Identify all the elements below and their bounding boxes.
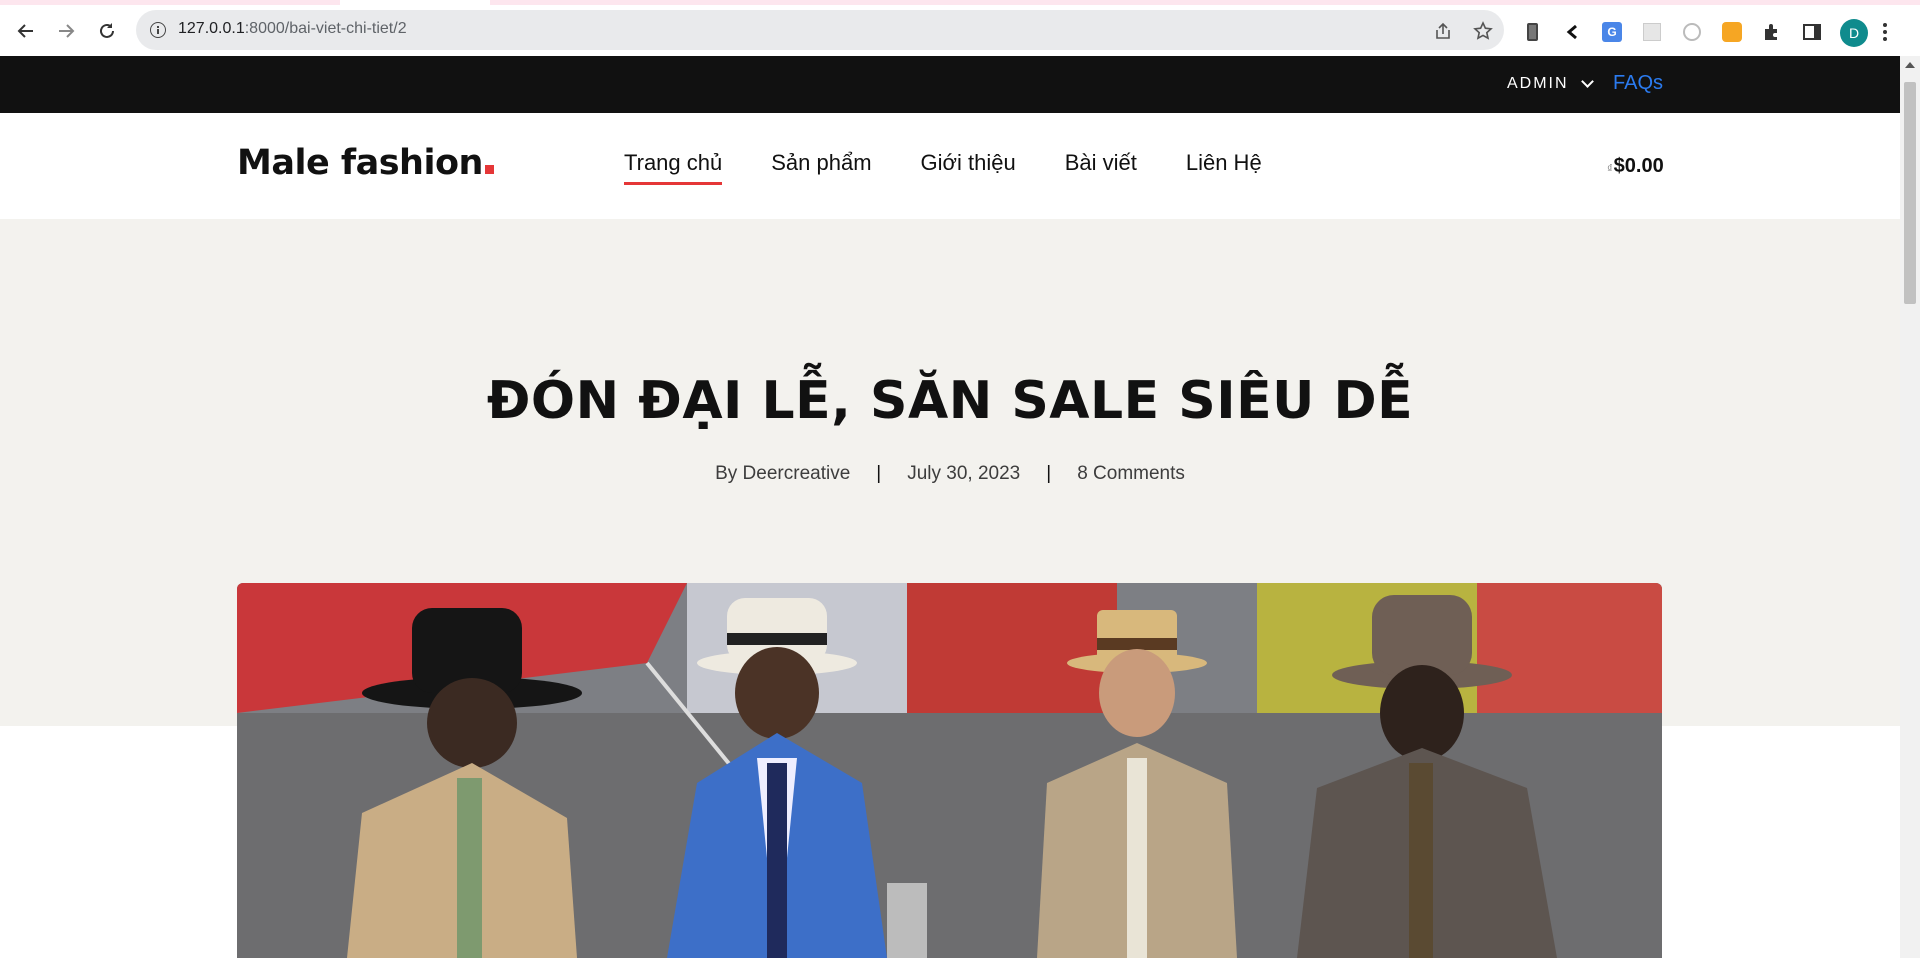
reload-icon: [100, 23, 114, 38]
top-bar: ADMIN FAQs: [0, 56, 1900, 113]
bookmark-star-icon[interactable]: [1472, 20, 1494, 42]
post-date: July 30, 2023: [907, 463, 1021, 484]
scrollbar-thumb[interactable]: [1904, 82, 1916, 304]
reload-button[interactable]: [93, 17, 121, 45]
men-in-hats-photo: [237, 583, 1662, 958]
scroll-up-icon[interactable]: [1905, 62, 1915, 68]
address-bar[interactable]: 127.0.0.1:8000/bai-viet-chi-tiet/2: [136, 10, 1504, 50]
site-header: Male fashion Trang chủ Sản phẩm Giới thi…: [0, 113, 1900, 219]
nav-item-blog[interactable]: Bài viết: [1065, 150, 1137, 176]
browser-toolbar: 127.0.0.1:8000/bai-viet-chi-tiet/2 G D: [0, 5, 1920, 56]
account-dropdown[interactable]: ADMIN: [1507, 75, 1594, 93]
post-comments: 8 Comments: [1077, 463, 1185, 484]
post-title: ĐÓN ĐẠI LỄ, SĂN SALE SIÊU DỄ: [486, 371, 1414, 431]
logo-dot: [484, 165, 494, 174]
post-featured-image: [237, 583, 1662, 958]
cart-currency-prefix: ₫: [1607, 163, 1613, 175]
forward-button[interactable]: [52, 17, 80, 45]
google-translate-icon[interactable]: G: [1600, 20, 1624, 44]
extension-phone-icon[interactable]: [1520, 20, 1544, 44]
site-info-icon[interactable]: [150, 22, 166, 38]
account-label: ADMIN: [1507, 75, 1569, 92]
url-text[interactable]: 127.0.0.1:8000/bai-viet-chi-tiet/2: [178, 20, 407, 38]
nav-item-home[interactable]: Trang chủ: [624, 150, 723, 185]
meta-separator: |: [876, 463, 882, 484]
profile-avatar[interactable]: D: [1840, 19, 1868, 47]
side-panel-icon[interactable]: [1800, 20, 1824, 44]
extension-circle-icon[interactable]: [1680, 20, 1704, 44]
browser-menu-icon[interactable]: [1882, 21, 1888, 43]
page-scrollbar[interactable]: [1900, 56, 1920, 958]
extensions-puzzle-icon[interactable]: [1760, 20, 1784, 44]
nav-item-products[interactable]: Sản phẩm: [771, 150, 871, 176]
extension-orange-icon[interactable]: [1720, 20, 1744, 44]
site-logo[interactable]: Male fashion: [237, 143, 494, 183]
extension-grid-icon[interactable]: [1640, 20, 1664, 44]
nav-item-contact[interactable]: Liên Hệ: [1186, 150, 1262, 176]
share-icon[interactable]: [1432, 20, 1454, 42]
meta-separator: |: [1046, 463, 1052, 484]
chevron-down-icon: [1580, 75, 1594, 88]
post-author: By Deercreative: [715, 463, 851, 484]
forward-arrow-icon: [59, 24, 75, 38]
post-meta: By Deercreative | July 30, 2023 | 8 Comments: [0, 463, 1900, 485]
main-nav: Trang chủ Sản phẩm Giới thiệu Bài viết L…: [624, 150, 1311, 185]
back-arrow-icon: [17, 24, 33, 38]
extension-arrow-icon[interactable]: [1560, 20, 1584, 44]
faqs-link[interactable]: FAQs: [1613, 72, 1663, 95]
nav-item-about[interactable]: Giới thiệu: [921, 150, 1016, 176]
back-button[interactable]: [12, 17, 40, 45]
cart-total[interactable]: ₫$0.00: [1607, 155, 1664, 178]
page-viewport: ADMIN FAQs Male fashion Trang chủ Sản ph…: [0, 56, 1900, 958]
